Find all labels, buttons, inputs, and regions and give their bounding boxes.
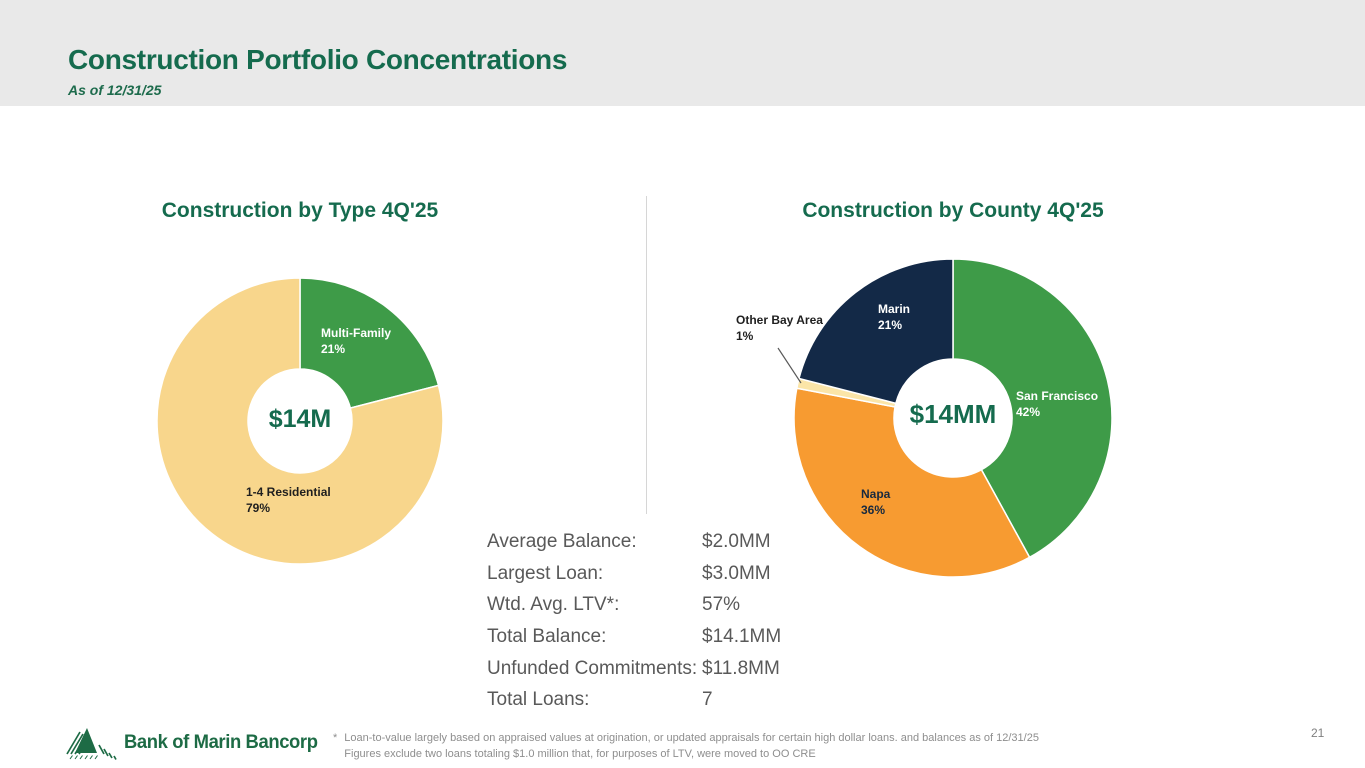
stat-value: 7 bbox=[702, 689, 713, 711]
stats-row: Unfunded Commitments:$11.8MM bbox=[487, 653, 781, 685]
slide: Construction Portfolio Concentrations As… bbox=[0, 0, 1365, 768]
stat-value: $3.0MM bbox=[702, 563, 771, 585]
stat-label: Total Loans: bbox=[487, 689, 702, 711]
slice-label-multi-family: Multi-Family 21% bbox=[321, 325, 391, 357]
mountain-logo-icon bbox=[66, 724, 120, 762]
page-title: Construction Portfolio Concentrations bbox=[68, 44, 567, 76]
chart-title-by-type: Construction by Type 4Q'25 bbox=[120, 199, 480, 223]
slice-name: San Francisco bbox=[1016, 388, 1098, 404]
slice-label-1-4-residential: 1-4 Residential 79% bbox=[246, 484, 331, 516]
stat-label: Largest Loan: bbox=[487, 563, 702, 585]
slice-label-marin: Marin 21% bbox=[878, 301, 910, 333]
footnote-marker: * bbox=[333, 731, 337, 762]
slice-name: Napa bbox=[861, 486, 890, 502]
page-number: 21 bbox=[1311, 726, 1324, 740]
footnote: * Loan-to-value largely based on apprais… bbox=[333, 731, 1039, 762]
slice-name: Other Bay Area bbox=[736, 312, 823, 328]
slice-pct: 1% bbox=[736, 328, 823, 344]
slice-label-san-francisco: San Francisco 42% bbox=[1016, 388, 1098, 420]
slice-name: Multi-Family bbox=[321, 325, 391, 341]
portfolio-stats-list: Average Balance:$2.0MMLargest Loan:$3.0M… bbox=[487, 526, 781, 716]
stats-row: Total Balance:$14.1MM bbox=[487, 621, 781, 653]
stats-row: Wtd. Avg. LTV*:57% bbox=[487, 589, 781, 621]
slice-pct: 42% bbox=[1016, 404, 1098, 420]
slice-label-other-bay-area: Other Bay Area 1% bbox=[736, 312, 823, 344]
stat-label: Total Balance: bbox=[487, 626, 702, 648]
stat-value: 57% bbox=[702, 594, 740, 616]
as-of-date: As of 12/31/25 bbox=[68, 82, 161, 98]
slice-pct: 21% bbox=[321, 341, 391, 357]
slice-label-napa: Napa 36% bbox=[861, 486, 890, 518]
logo-text: Bank of Marin Bancorp bbox=[124, 732, 318, 754]
footnote-text: Loan-to-value largely based on appraised… bbox=[344, 731, 1039, 762]
chart-title-by-county: Construction by County 4Q'25 bbox=[773, 199, 1133, 223]
stat-label: Average Balance: bbox=[487, 531, 702, 553]
bank-of-marin-logo: Bank of Marin Bancorp bbox=[66, 724, 324, 762]
vertical-divider bbox=[646, 196, 647, 514]
footnote-line-2: Figures exclude two loans totaling $1.0 … bbox=[344, 748, 815, 760]
stat-value: $14.1MM bbox=[702, 626, 781, 648]
slice-pct: 21% bbox=[878, 317, 910, 333]
slice-name: Marin bbox=[878, 301, 910, 317]
stat-value: $11.8MM bbox=[702, 658, 780, 680]
donut-county-center-value: $14MM bbox=[883, 399, 1023, 430]
donut-type-center-value: $14M bbox=[230, 405, 370, 434]
slice-pct: 79% bbox=[246, 500, 331, 516]
stat-label: Unfunded Commitments: bbox=[487, 658, 702, 680]
slice-name: 1-4 Residential bbox=[246, 484, 331, 500]
other-bay-area-leader-line bbox=[770, 344, 810, 389]
stats-row: Total Loans:7 bbox=[487, 684, 781, 716]
slice-pct: 36% bbox=[861, 502, 890, 518]
stats-row: Largest Loan:$3.0MM bbox=[487, 558, 781, 590]
stat-value: $2.0MM bbox=[702, 531, 771, 553]
stats-row: Average Balance:$2.0MM bbox=[487, 526, 781, 558]
footnote-line-1: Loan-to-value largely based on appraised… bbox=[344, 732, 1039, 744]
stat-label: Wtd. Avg. LTV*: bbox=[487, 594, 702, 616]
